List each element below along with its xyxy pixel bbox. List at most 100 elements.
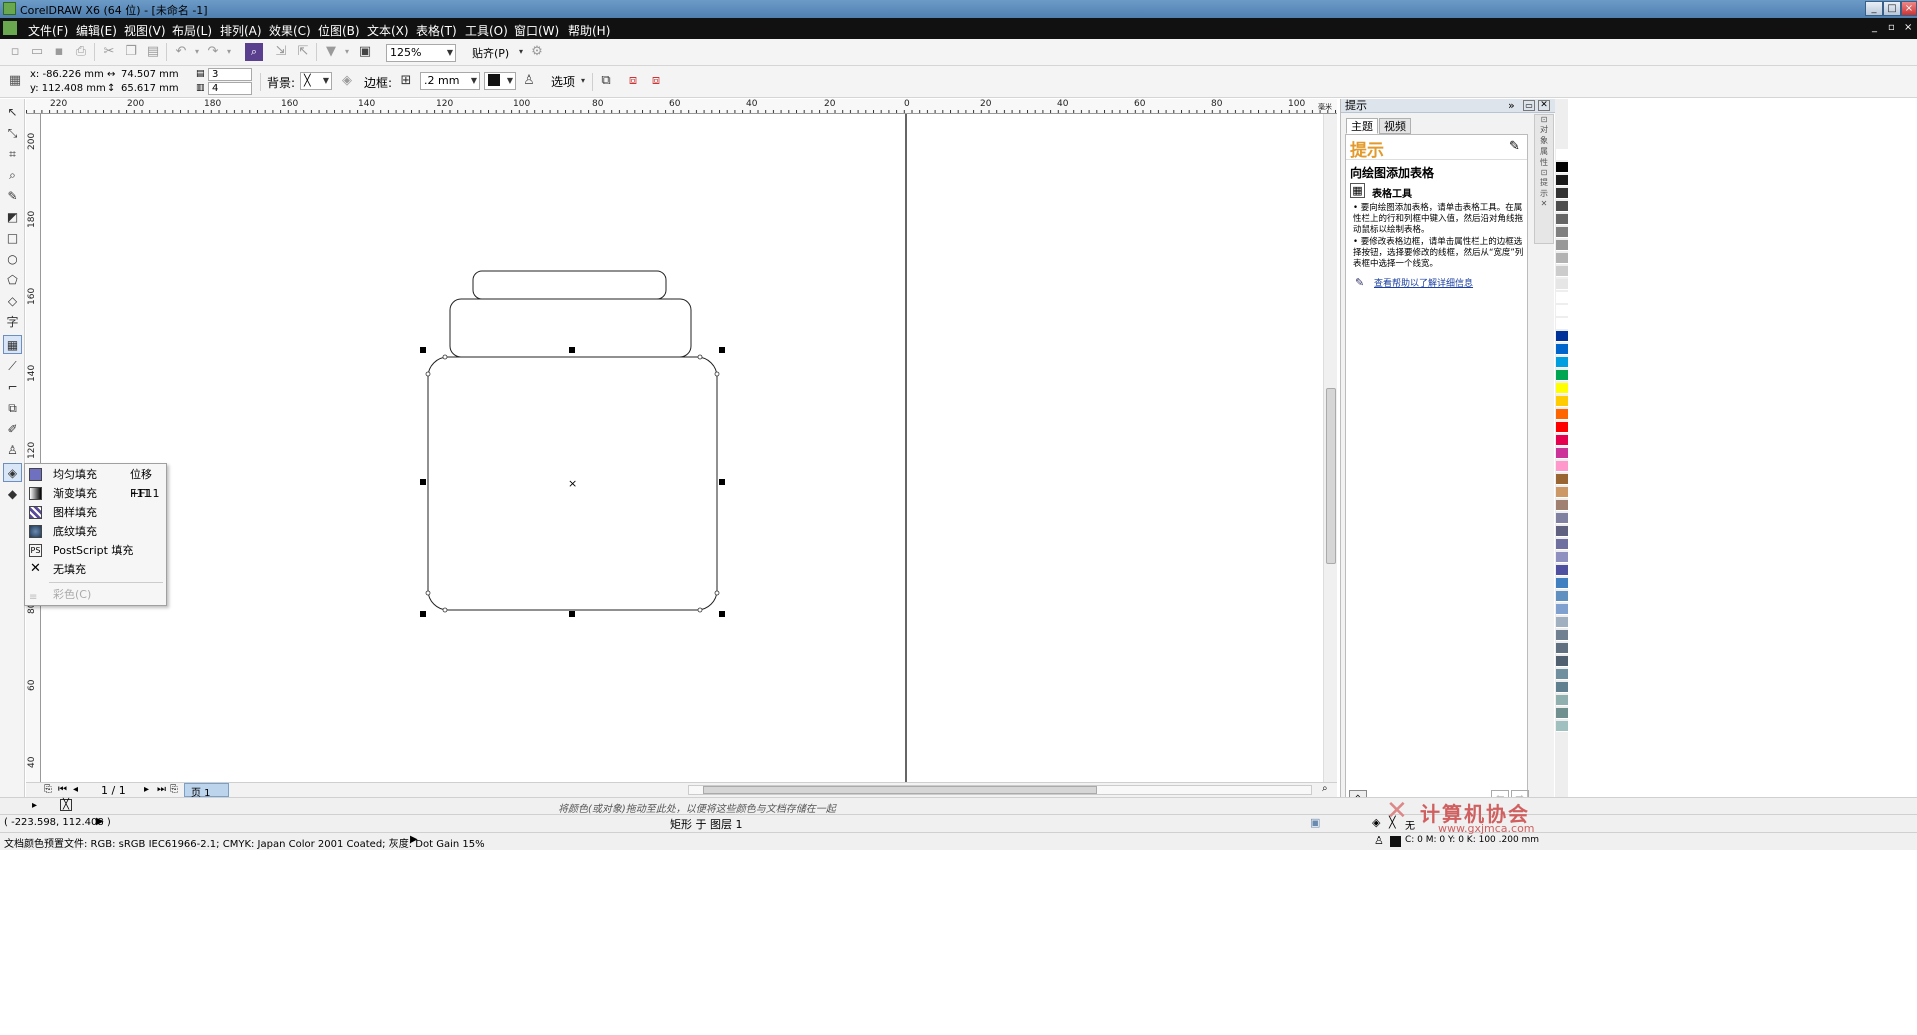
docker-minimize-button[interactable]: ▭ [1523,100,1535,111]
border-color-select[interactable]: ▼ [484,72,516,90]
edit-fill-icon[interactable]: ◈ [338,72,356,90]
drawing-canvas[interactable]: × [42,114,1323,782]
color-management-icon[interactable]: ▣ [1310,816,1320,829]
palette-swatch[interactable] [1556,708,1568,719]
background-color-select[interactable]: ╳ ▼ [300,72,332,90]
export-icon[interactable]: ⇱ [294,43,312,61]
palette-swatch[interactable] [1556,539,1568,550]
palette-swatch[interactable] [1556,292,1568,303]
border-selection-icon[interactable]: ⊞ [397,72,415,90]
palette-swatch[interactable] [1556,682,1568,693]
interactive-fill-tool-icon[interactable]: ◆ [3,485,22,504]
polygon-tool-icon[interactable]: ⬠ [3,271,22,290]
postscript-fill-item[interactable]: PS PostScript 填充 [25,541,166,560]
palette-swatch[interactable] [1556,383,1568,394]
palette-swatch[interactable] [1556,448,1568,459]
menu-view[interactable]: 视图(V) [124,22,166,39]
vertical-ruler[interactable]: 200 180 160 140 120 100 80 60 40 [26,114,41,782]
page-tab[interactable]: 页 1 [184,783,229,799]
no-color-swatch-icon[interactable]: ╳ [60,799,72,811]
x-position-field[interactable]: x: -86.226 mm [30,69,104,80]
eyedropper-tool-icon[interactable]: ✐ [3,420,22,439]
book-icon[interactable]: ✎ [1509,139,1520,154]
import-icon[interactable]: ⇲ [272,43,290,61]
rows-field[interactable]: 3 [208,68,252,81]
rectangle-tool-icon[interactable]: □ [3,229,22,248]
docker-side-tabs[interactable]: ⊡ 对象属性 ⊡ 提示 ✕ [1534,114,1554,244]
doc-restore-button[interactable]: ▫ [1888,22,1895,33]
uniform-fill-item[interactable]: 均匀填充 位移+F11 [25,465,166,500]
palette-swatch[interactable] [1556,435,1568,446]
navigator-icon[interactable]: ⌕ [1322,783,1328,794]
profile-arrow-icon[interactable]: ▶ [410,834,418,845]
palette-swatch[interactable] [1556,175,1568,186]
outline-tool-icon[interactable]: ♙ [3,441,22,460]
blend-tool-icon[interactable]: ⧉ [3,399,22,418]
vertical-scrollbar[interactable] [1323,114,1337,782]
horizontal-scrollbar[interactable] [688,785,1312,795]
menu-text[interactable]: 文本(X) [367,22,409,39]
tab-topics[interactable]: 主题 [1346,118,1378,134]
palette-swatch[interactable] [1556,344,1568,355]
snap-to-dropdown[interactable]: 贴齐(P) [472,45,509,61]
new-icon[interactable]: ▫ [6,43,24,61]
palette-swatch[interactable] [1556,266,1568,277]
shape-tool-icon[interactable]: ⤡ [3,124,22,143]
menu-file[interactable]: 文件(F) [28,22,68,39]
zoom-level-select[interactable]: 125% ▼ [386,44,456,62]
palette-swatch[interactable] [1556,357,1568,368]
redo-dropdown-icon[interactable]: ▾ [220,43,238,61]
border-width-select[interactable]: .2 mm ▼ [420,72,480,90]
palette-swatch[interactable] [1556,513,1568,524]
palette-swatch[interactable] [1556,461,1568,472]
freehand-tool-icon[interactable]: ✎ [3,187,22,206]
smart-fill-tool-icon[interactable]: ◩ [3,208,22,227]
docker-expand-icon[interactable]: » [1508,99,1515,113]
palette-swatch[interactable] [1556,617,1568,628]
save-icon[interactable]: ▪ [50,43,68,61]
last-page-icon[interactable]: ⏭ [157,784,166,795]
dimension-tool-icon[interactable]: ⟋ [3,357,22,376]
palette-swatch[interactable] [1556,188,1568,199]
pattern-fill-item[interactable]: 图样填充 [25,503,166,522]
width-field[interactable]: 74.507 mm [121,69,179,80]
open-icon[interactable]: ▭ [28,43,46,61]
palette-swatch[interactable] [1556,370,1568,381]
menu-arrange[interactable]: 排列(A) [220,22,262,39]
palette-swatch[interactable] [1556,591,1568,602]
y-position-field[interactable]: y: 112.408 mm [30,83,106,94]
palette-swatch[interactable] [1556,214,1568,225]
options-dropdown[interactable]: 选项 [551,73,575,90]
docker-close-button[interactable]: ✕ [1538,100,1550,111]
palette-swatch[interactable] [1556,162,1568,173]
doc-minimize-button[interactable]: _ [1872,22,1877,33]
print-icon[interactable]: ⎙ [72,43,90,61]
height-field[interactable]: 65.617 mm [121,83,179,94]
copy-icon[interactable]: ❐ [122,43,140,61]
palette-swatch[interactable] [1556,227,1568,238]
table-tool-icon[interactable]: ▦ [3,335,22,354]
minimize-button[interactable]: _ [1865,1,1883,16]
menu-edit[interactable]: 编辑(E) [76,22,117,39]
welcome-screen-icon[interactable]: ▣ [356,43,374,61]
palette-swatch[interactable] [1556,279,1568,290]
search-content-icon[interactable]: ⌕ [245,43,263,61]
palette-swatch[interactable] [1556,669,1568,680]
ellipse-tool-icon[interactable]: ○ [3,250,22,269]
columns-field[interactable]: 4 [208,82,252,95]
palette-swatch[interactable] [1556,721,1568,732]
palette-swatch[interactable] [1556,565,1568,576]
add-page-after-icon[interactable]: ⎘ [170,784,178,795]
palette-swatch[interactable] [1556,552,1568,563]
palette-swatch[interactable] [1556,422,1568,433]
fill-tool-icon[interactable]: ◈ [3,463,22,482]
crop-tool-icon[interactable]: ⌗ [3,145,22,164]
palette-swatch[interactable] [1556,201,1568,212]
palette-menu-icon[interactable]: ▸ [32,800,37,811]
launcher-dropdown-icon[interactable]: ▾ [338,43,356,61]
menu-table[interactable]: 表格(T) [416,22,457,39]
palette-swatch[interactable] [1556,500,1568,511]
coords-arrow-icon[interactable]: ▶ [96,816,104,827]
wrap-paragraph-text-icon[interactable]: ⧉ [597,72,615,90]
menu-bitmaps[interactable]: 位图(B) [318,22,360,39]
